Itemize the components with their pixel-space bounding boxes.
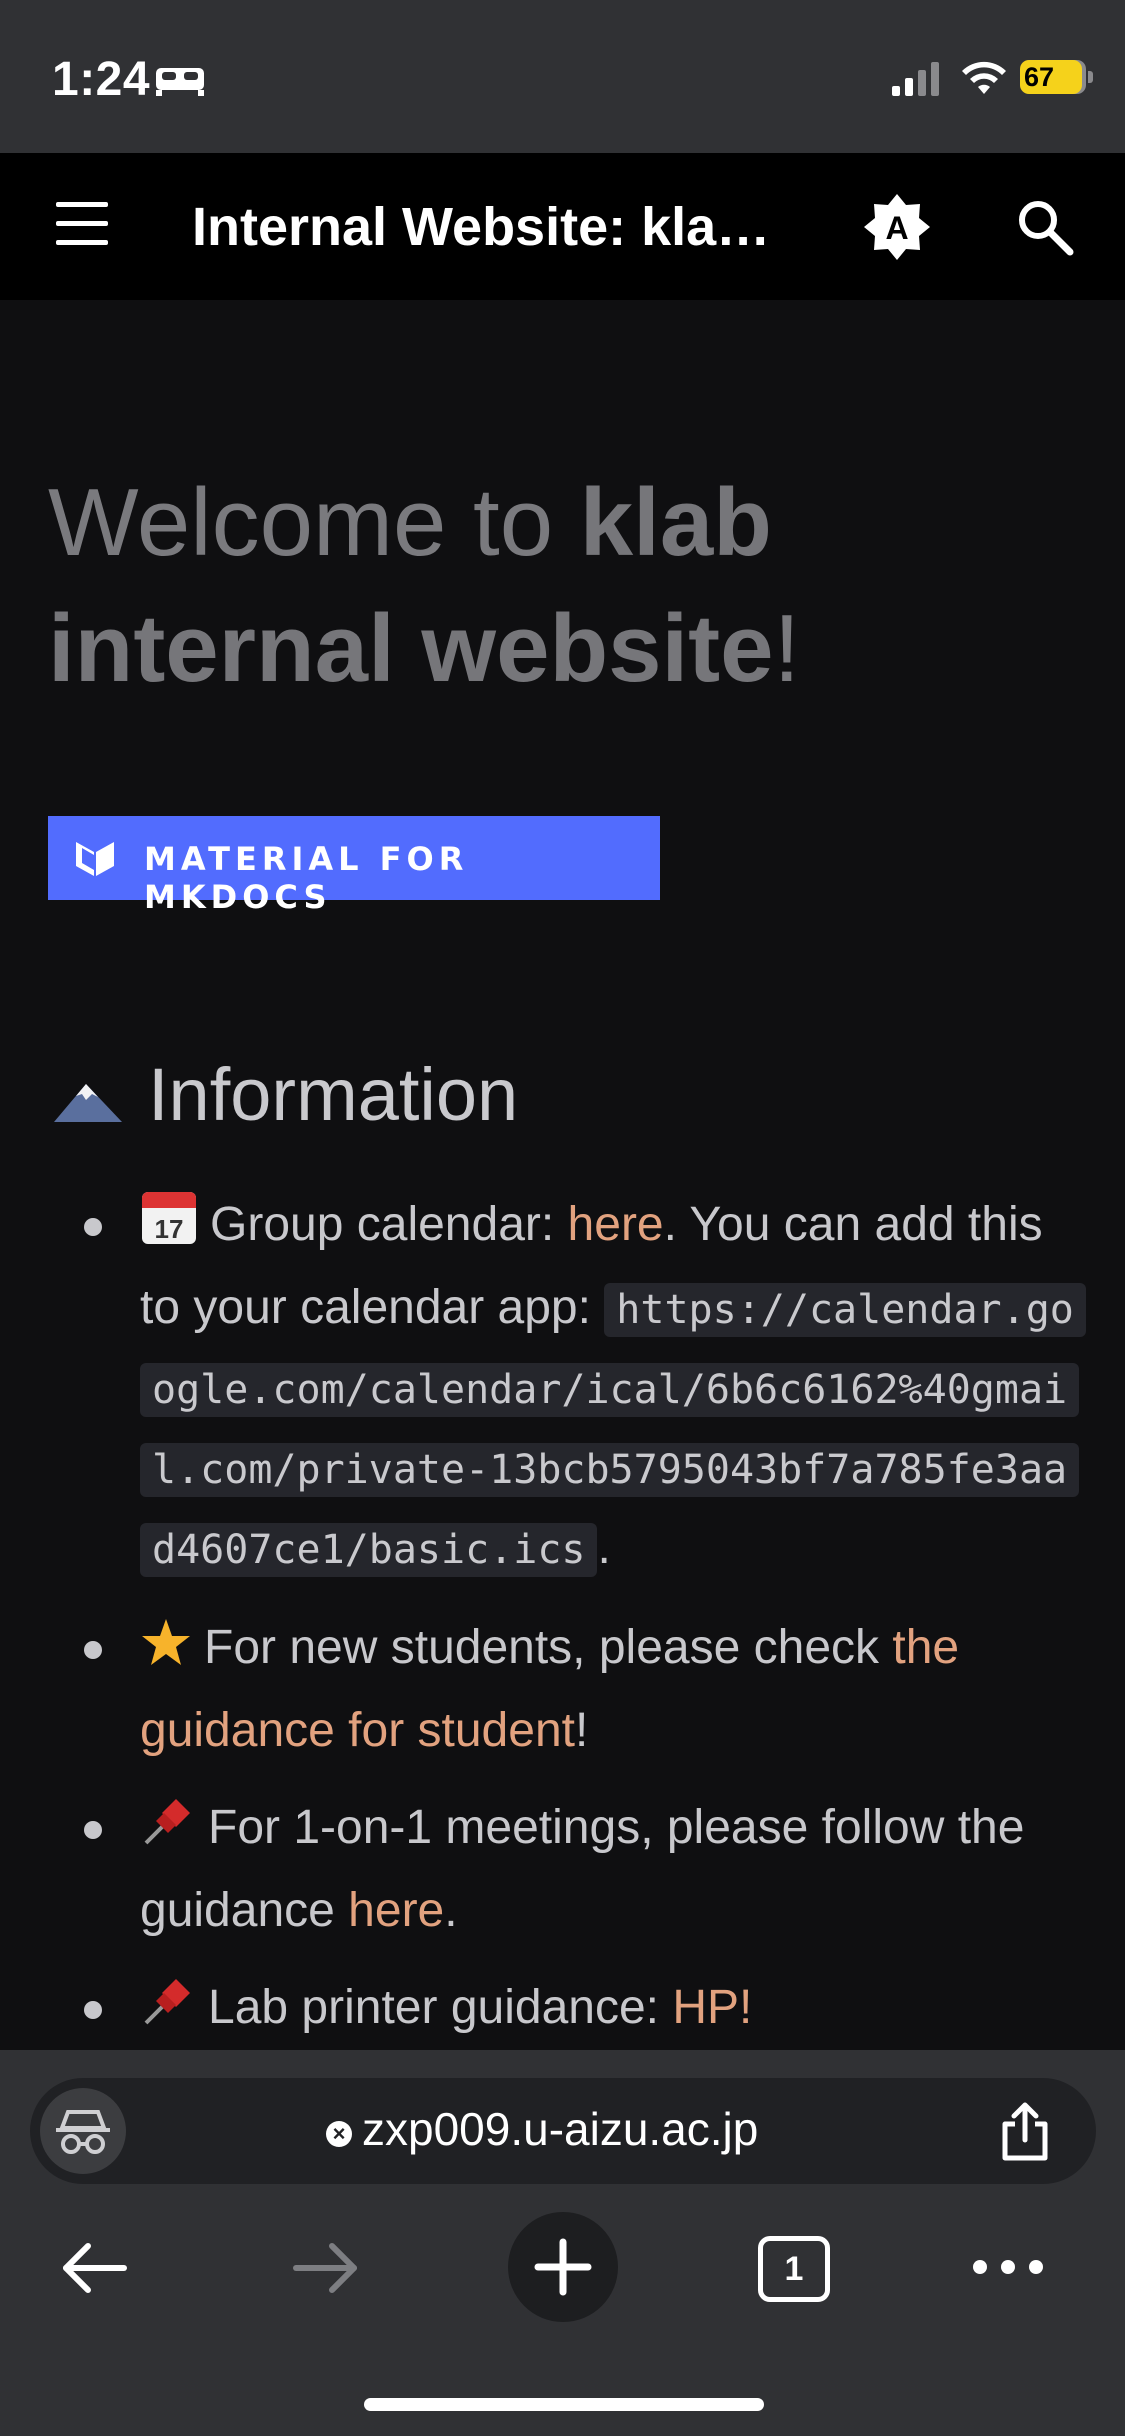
status-time: 1:24 xyxy=(52,53,151,106)
url-text[interactable]: × zxp009.u-aizu.ac.jp xyxy=(326,2102,758,2156)
forward-arrow-icon[interactable] xyxy=(290,2240,362,2301)
information-heading: Information xyxy=(52,1052,518,1143)
home-indicator xyxy=(364,2398,764,2411)
material-logo-icon xyxy=(72,836,118,885)
new-tab-button[interactable] xyxy=(508,2212,618,2322)
page-title: Internal Website: klab internal website xyxy=(192,197,802,257)
badge-label: MATERIAL FOR MKDOCS xyxy=(144,840,469,916)
list-item-calendar: 17 Group calendar: here. You can add thi… xyxy=(70,1186,1086,1589)
printer-guidance-link[interactable]: HP! xyxy=(672,1981,752,2034)
welcome-heading: Welcome to klab internal website! xyxy=(48,469,801,702)
cellular-signal-icon xyxy=(892,62,944,103)
pushpin-icon xyxy=(140,1793,196,1872)
list-item-printer: Lab printer guidance: HP! xyxy=(70,1969,1080,2052)
insecure-icon: × xyxy=(326,2121,352,2147)
mountain-icon xyxy=(52,1058,124,1143)
sleep-focus-icon xyxy=(154,62,206,103)
theme-toggle-icon[interactable]: A xyxy=(862,192,932,262)
list-item-new-students: For new students, please check the guida… xyxy=(70,1609,1080,1769)
svg-text:17: 17 xyxy=(155,1214,184,1244)
calendar-icon: 17 xyxy=(140,1188,198,1269)
star-icon xyxy=(140,1615,192,1692)
material-for-mkdocs-badge[interactable]: MATERIAL FOR MKDOCS xyxy=(48,816,660,916)
incognito-icon[interactable] xyxy=(40,2088,126,2174)
wifi-icon xyxy=(960,60,1008,103)
calendar-link[interactable]: here xyxy=(568,1198,664,1251)
search-icon[interactable] xyxy=(1010,192,1080,262)
plus-icon xyxy=(534,2238,592,2296)
more-menu-icon[interactable] xyxy=(970,2255,1046,2284)
menu-button[interactable] xyxy=(52,200,112,250)
share-icon[interactable] xyxy=(995,2100,1055,2169)
list-item-meetings: For 1-on-1 meetings, please follow the g… xyxy=(70,1789,1080,1949)
back-arrow-icon[interactable] xyxy=(58,2240,130,2301)
pushpin-icon xyxy=(140,1973,196,2052)
svg-text:A: A xyxy=(885,210,908,246)
info-list: 17 Group calendar: here. You can add thi… xyxy=(70,1186,1086,2072)
tab-switcher-button[interactable]: 1 xyxy=(758,2236,830,2302)
meeting-guidance-link[interactable]: here xyxy=(348,1884,444,1937)
